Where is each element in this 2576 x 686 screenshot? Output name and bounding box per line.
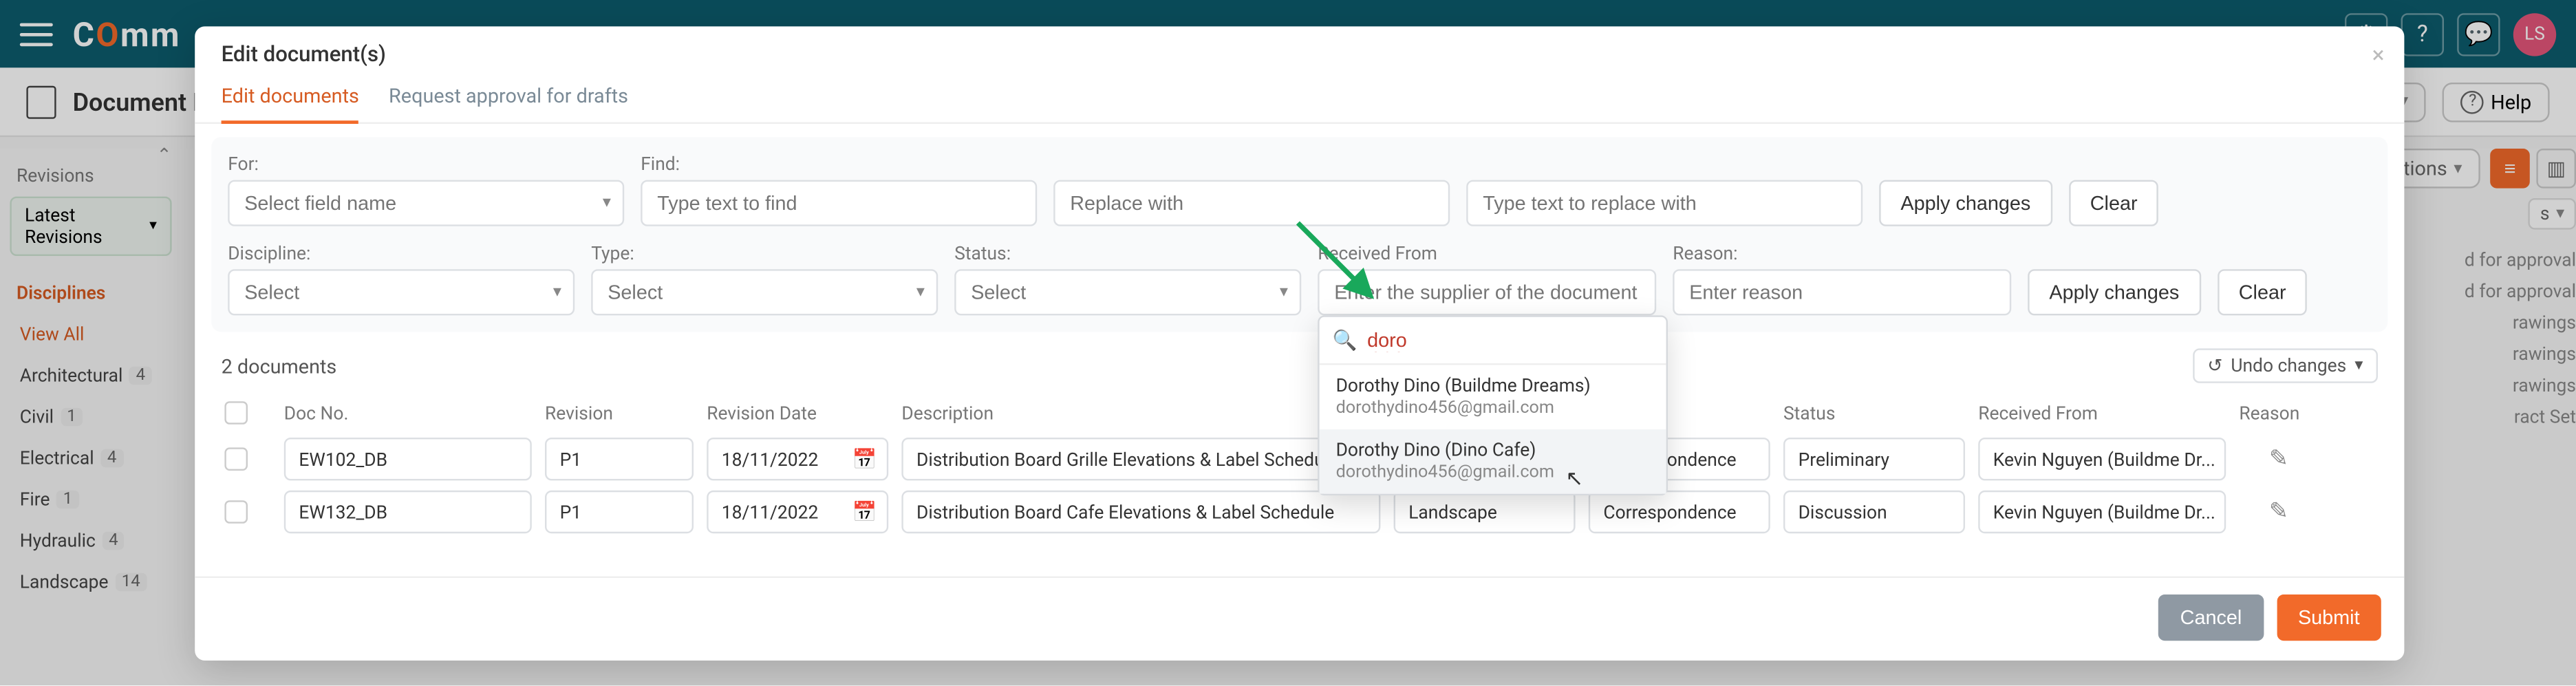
table-row: EW132_DB P1 18/11/2022📅 Distribution Board …	[222, 486, 2378, 539]
cell-doc-no[interactable]: EW132_DB	[284, 491, 532, 533]
cell-revision-date[interactable]: 18/11/2022📅	[707, 491, 888, 533]
modal-tabs: Edit documents Request approval for draf…	[195, 67, 2404, 124]
option-email: dorothydino456@gmail.com	[1336, 461, 1650, 482]
modal-title: Edit document(s)	[222, 43, 2378, 67]
edit-documents-modal: × Edit document(s) Edit documents Reques…	[195, 26, 2404, 661]
tab-request-approval[interactable]: Request approval for drafts	[389, 84, 628, 122]
find-input[interactable]	[641, 180, 1037, 226]
cell-revision[interactable]: P1	[545, 491, 694, 533]
received-from-dropdown: 🔍 Dorothy Dino (Buildme Dreams)dorothydi…	[1318, 315, 1668, 495]
replace-input[interactable]	[1053, 180, 1450, 226]
received-from-label: Received From	[1318, 243, 1656, 264]
document-table: Doc No. Revision Revision Date Descripti…	[195, 393, 2404, 538]
dropdown-option[interactable]: Dorothy Dino (Dino Cafe)dorothydino456@g…	[1320, 429, 1666, 494]
cell-description[interactable]: Distribution Board Cafe Elevations & Lab…	[901, 491, 1380, 533]
col-revision: Revision	[545, 402, 694, 423]
cell-received-from[interactable]: Kevin Nguyen (Buildme Dr...	[1978, 438, 2226, 480]
cell-discipline[interactable]: Landscape	[1394, 491, 1576, 533]
reason-label: Reason:	[1673, 243, 2011, 264]
edit-row-icon[interactable]: ✎	[2239, 446, 2318, 472]
cell-doc-no[interactable]: EW102_DB	[284, 438, 532, 480]
row-checkbox[interactable]	[224, 447, 248, 471]
cursor-icon: ↖	[1565, 467, 1583, 492]
chevron-down-icon: ▾	[2354, 356, 2363, 374]
discipline-label: Discipline:	[228, 243, 575, 264]
calendar-icon: 📅	[852, 500, 877, 524]
replace-with-input[interactable]	[1466, 180, 1863, 226]
cell-description[interactable]: Distribution Board Grille Elevations & L…	[901, 438, 1380, 480]
status-select[interactable]	[954, 269, 1301, 315]
type-label: Type:	[591, 243, 938, 264]
select-all-checkbox[interactable]	[224, 401, 248, 425]
col-reason: Reason	[2239, 402, 2318, 423]
edit-row-icon[interactable]: ✎	[2239, 499, 2318, 525]
cell-type[interactable]: Correspondence	[1589, 491, 1770, 533]
cell-status[interactable]: Preliminary	[1783, 438, 1965, 480]
search-icon: 🔍	[1333, 329, 1357, 352]
col-revision-date: Revision Date	[707, 402, 888, 423]
dropdown-search: 🔍	[1320, 317, 1666, 365]
apply-changes-button-2[interactable]: Apply changes	[2028, 269, 2200, 315]
for-select[interactable]	[228, 180, 624, 226]
find-label: Find:	[641, 153, 1037, 175]
cell-revision-date[interactable]: 18/11/2022📅	[707, 438, 888, 480]
dropdown-search-input[interactable]	[1367, 329, 1653, 352]
col-status: Status	[1783, 402, 1965, 423]
tab-edit-documents[interactable]: Edit documents	[222, 84, 359, 124]
option-email: dorothydino456@gmail.com	[1336, 396, 1650, 418]
table-row: EW102_DB P1 18/11/2022📅 Distribution Board …	[222, 433, 2378, 486]
undo-icon: ↺	[2207, 355, 2222, 376]
col-description: Description	[901, 402, 1380, 423]
col-doc-no: Doc No.	[284, 402, 532, 423]
dropdown-option[interactable]: Dorothy Dino (Buildme Dreams)dorothydino…	[1320, 365, 1666, 429]
row-checkbox[interactable]	[224, 500, 248, 524]
discipline-select[interactable]	[228, 269, 575, 315]
clear-button[interactable]: Clear	[2069, 180, 2159, 226]
cell-revision[interactable]: P1	[545, 438, 694, 480]
for-label: For:	[228, 153, 624, 175]
close-icon[interactable]: ×	[2372, 43, 2385, 69]
cancel-button[interactable]: Cancel	[2158, 594, 2263, 641]
table-header: Doc No. Revision Revision Date Descripti…	[222, 393, 2378, 433]
submit-button[interactable]: Submit	[2277, 594, 2381, 641]
option-name: Dorothy Dino (Buildme Dreams)	[1336, 375, 1650, 396]
cell-status[interactable]: Discussion	[1783, 491, 1965, 533]
cell-received-from[interactable]: Kevin Nguyen (Buildme Dr...	[1978, 491, 2226, 533]
calendar-icon: 📅	[852, 447, 877, 471]
status-label: Status:	[954, 243, 1301, 264]
reason-input[interactable]	[1673, 269, 2011, 315]
option-name: Dorothy Dino (Dino Cafe)	[1336, 439, 1650, 460]
received-from-input[interactable]	[1318, 269, 1656, 315]
col-received-from: Received From	[1978, 402, 2226, 423]
document-count: 2 documents	[222, 354, 337, 378]
type-select[interactable]	[591, 269, 938, 315]
find-replace-section: For: ▾ Find: Apply changes Clear	[211, 137, 2387, 332]
undo-changes-button[interactable]: ↺ Undo changes ▾	[2193, 348, 2378, 383]
apply-changes-button[interactable]: Apply changes	[1879, 180, 2052, 226]
clear-button-2[interactable]: Clear	[2218, 269, 2308, 315]
